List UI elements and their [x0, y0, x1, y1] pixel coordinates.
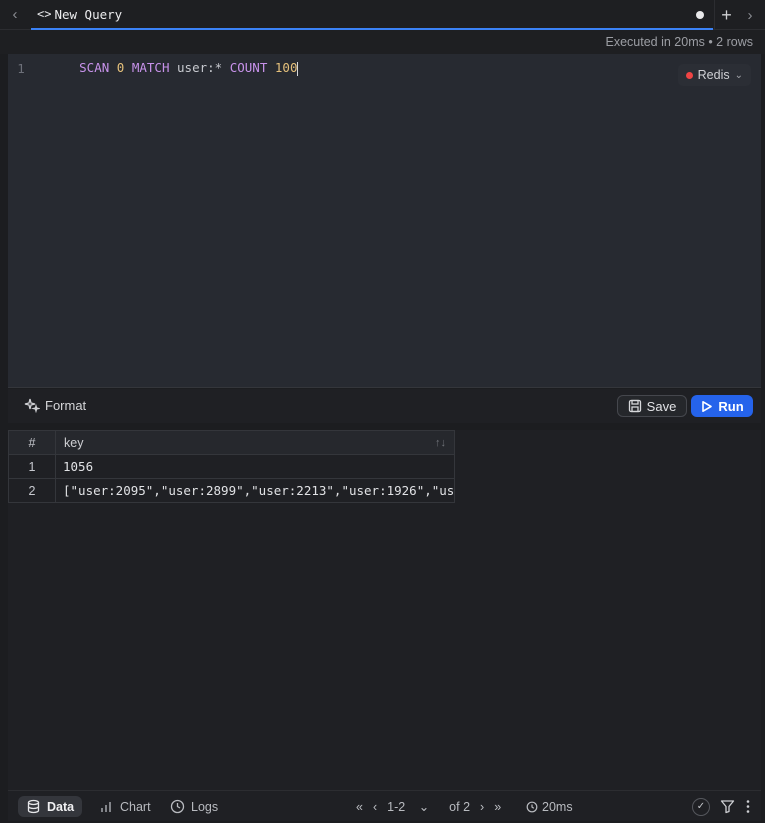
last-page-icon[interactable]: »	[494, 800, 501, 814]
column-header-label: key	[64, 435, 84, 450]
cell-key[interactable]: 1056	[55, 454, 455, 479]
page-range-select[interactable]: 1-2 ⌄	[387, 799, 439, 814]
filter-icon[interactable]	[720, 799, 735, 814]
add-tab-icon[interactable]: +	[714, 0, 738, 30]
code-token: COUNT	[229, 60, 268, 76]
next-page-icon[interactable]: ›	[480, 800, 484, 814]
prev-page-icon[interactable]: ‹	[373, 800, 377, 814]
execution-summary: Executed in 20ms • 2 rows	[605, 35, 754, 49]
table-header-row: # key ↑↓	[8, 430, 455, 455]
table-row[interactable]: 2 ["user:2095","user:2899","user:2213","…	[8, 478, 455, 503]
run-button[interactable]: Run	[691, 395, 753, 417]
clock-icon	[170, 799, 185, 814]
code-token: MATCH	[131, 60, 170, 76]
row-index: 1	[8, 454, 56, 479]
timing-value: 20ms	[542, 799, 573, 814]
chevron-down-icon: ⌄	[418, 800, 430, 814]
chevron-down-icon: ⌄	[734, 69, 743, 81]
tab-scroll-right-icon[interactable]: ›	[738, 0, 762, 30]
editor-line[interactable]: 1 SCAN 0 MATCH user:* COUNT 100	[8, 59, 299, 77]
code-token: user:*	[169, 60, 230, 76]
query-editor[interactable]: 1 SCAN 0 MATCH user:* COUNT 100 Redis ⌄	[8, 54, 761, 388]
tab-new-query[interactable]: <> New Query	[31, 0, 713, 30]
view-tab-label: Logs	[191, 799, 219, 814]
cell-key[interactable]: ["user:2095","user:2899","user:2213","us…	[55, 478, 455, 503]
editor-toolbar: Format Save Run	[8, 389, 761, 423]
tab-title: New Query	[54, 6, 123, 22]
save-icon	[628, 399, 641, 413]
format-button[interactable]: Format	[24, 397, 86, 413]
query-timing: 20ms	[526, 796, 573, 817]
row-index: 2	[8, 478, 56, 503]
tab-scroll-left-icon[interactable]: ‹	[0, 0, 30, 30]
more-vertical-icon[interactable]	[745, 799, 751, 814]
code-token: SCAN	[79, 60, 110, 76]
database-icon	[27, 799, 40, 814]
results-table: # key ↑↓ 1 1056 2 ["user:2095","user:289…	[8, 430, 455, 503]
footer-actions: ✓	[692, 796, 751, 817]
results-panel: # key ↑↓ 1 1056 2 ["user:2095","user:289…	[8, 430, 761, 790]
bar-chart-icon	[101, 801, 111, 812]
format-label: Format	[45, 397, 87, 413]
text-cursor	[297, 61, 299, 76]
code-token: 100	[274, 60, 298, 76]
sparkles-icon	[24, 398, 40, 413]
view-tab-label: Chart	[120, 799, 151, 814]
pagination: « ‹ 1-2 ⌄ of 2 › »	[356, 796, 511, 817]
save-button[interactable]: Save	[617, 395, 687, 417]
code-text[interactable]: SCAN 0 MATCH user:* COUNT 100	[34, 45, 299, 91]
play-icon	[702, 400, 713, 412]
database-selector[interactable]: Redis ⌄	[677, 64, 751, 86]
page-total: of 2	[449, 799, 471, 814]
view-tab-label: Data	[47, 799, 75, 814]
results-footer: Data Chart Logs « ‹ 1-2 ⌄ of 2 › » 20ms …	[8, 790, 761, 821]
database-label: Redis	[697, 68, 730, 82]
column-header-index[interactable]: #	[8, 430, 56, 455]
run-label: Run	[718, 398, 744, 414]
first-page-icon[interactable]: «	[356, 800, 363, 814]
view-tab-data[interactable]: Data	[18, 796, 83, 817]
connection-status-dot	[685, 71, 693, 79]
view-tab-chart[interactable]: Chart	[92, 796, 159, 817]
tab-bar: ‹ <> New Query + ›	[0, 0, 765, 30]
page-range: 1-2	[387, 800, 406, 814]
sort-icon[interactable]: ↑↓	[435, 437, 446, 449]
code-icon: <>	[37, 7, 52, 21]
line-number: 1	[17, 60, 25, 76]
table-row[interactable]: 1 1056	[8, 454, 455, 479]
column-header-key[interactable]: key ↑↓	[55, 430, 455, 455]
save-label: Save	[646, 398, 677, 414]
timer-icon	[526, 801, 538, 812]
unsaved-dot-icon[interactable]	[696, 11, 704, 19]
view-tab-logs[interactable]: Logs	[162, 796, 226, 817]
check-circle-icon[interactable]: ✓	[692, 797, 710, 816]
